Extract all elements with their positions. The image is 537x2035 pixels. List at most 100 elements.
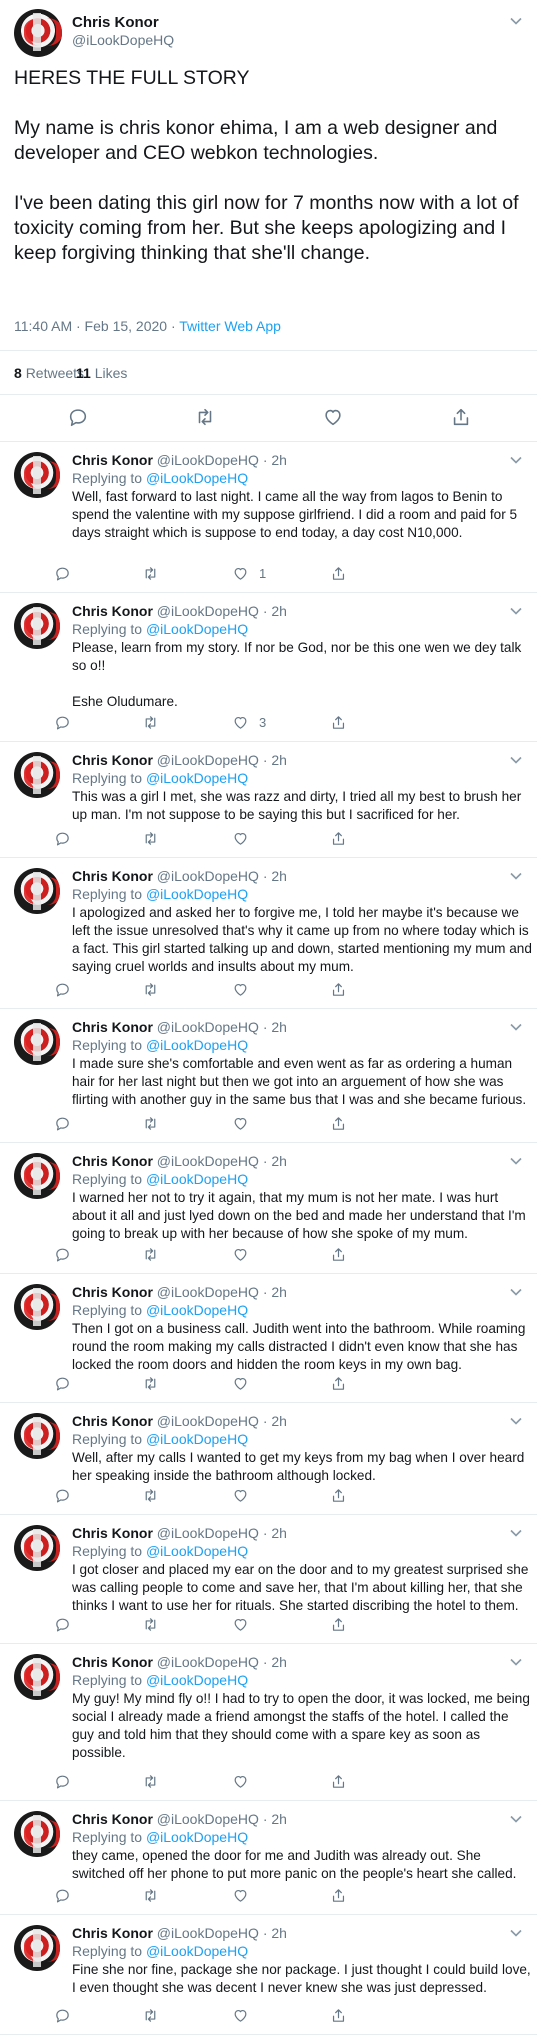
reply-icon[interactable]: [54, 1772, 71, 1790]
replying-to-link[interactable]: @iLookDopeHQ: [146, 470, 248, 486]
like-button[interactable]: [232, 2006, 259, 2024]
reply-icon[interactable]: [54, 1886, 71, 1904]
author-name[interactable]: Chris Konor: [72, 452, 153, 468]
retweet-icon[interactable]: [142, 980, 159, 998]
like-button[interactable]: [232, 1486, 259, 1504]
reply-tweet[interactable]: Chris Konor @iLookDopeHQ · 2h Replying t…: [0, 1644, 537, 1801]
avatar[interactable]: [14, 1654, 60, 1700]
timestamp-text[interactable]: 11:40 AM · Feb 15, 2020 ·: [14, 318, 179, 334]
reply-icon[interactable]: [54, 1245, 71, 1263]
avatar[interactable]: [14, 868, 60, 914]
chevron-down-icon[interactable]: [510, 754, 522, 766]
avatar[interactable]: [14, 752, 60, 798]
retweet-icon[interactable]: [142, 2006, 159, 2024]
replying-to-link[interactable]: @iLookDopeHQ: [146, 1302, 248, 1318]
author-handle[interactable]: @iLookDopeHQ: [72, 32, 174, 48]
retweet-icon[interactable]: [142, 1114, 159, 1132]
like-button[interactable]: [232, 1374, 259, 1392]
reply-icon[interactable]: [54, 1374, 71, 1392]
chevron-down-icon[interactable]: [510, 870, 522, 882]
reply-icon[interactable]: [54, 713, 71, 731]
reply-tweet[interactable]: Chris Konor @iLookDopeHQ · 2h Replying t…: [0, 1143, 537, 1274]
reply-tweet[interactable]: Chris Konor @iLookDopeHQ · 2h Replying t…: [0, 1274, 537, 1403]
author-meta[interactable]: @iLookDopeHQ · 2h: [157, 868, 287, 884]
chevron-down-icon[interactable]: [510, 454, 522, 466]
reply-tweet[interactable]: Chris Konor @iLookDopeHQ · 2h Replying t…: [0, 593, 537, 742]
reply-icon[interactable]: [67, 406, 89, 428]
chevron-down-icon[interactable]: [510, 1813, 522, 1825]
author-name[interactable]: Chris Konor: [72, 1413, 153, 1429]
reply-tweet[interactable]: Chris Konor @iLookDopeHQ · 2h Replying t…: [0, 1403, 537, 1515]
author-meta[interactable]: @iLookDopeHQ · 2h: [157, 1654, 287, 1670]
author-name[interactable]: Chris Konor: [72, 752, 153, 768]
reply-tweet[interactable]: Chris Konor @iLookDopeHQ · 2h Replying t…: [0, 442, 537, 593]
source-app-link[interactable]: Twitter Web App: [179, 318, 281, 334]
avatar[interactable]: [14, 9, 62, 57]
author-name[interactable]: Chris Konor: [72, 1284, 153, 1300]
share-icon[interactable]: [450, 406, 472, 428]
author-meta[interactable]: @iLookDopeHQ · 2h: [157, 603, 287, 619]
retweet-icon[interactable]: [142, 1374, 159, 1392]
author-meta[interactable]: @iLookDopeHQ · 2h: [157, 752, 287, 768]
author-name[interactable]: Chris Konor: [72, 868, 153, 884]
retweet-icon[interactable]: [142, 564, 159, 582]
author-meta[interactable]: @iLookDopeHQ · 2h: [157, 1525, 287, 1541]
chevron-down-icon[interactable]: [510, 1656, 522, 1668]
share-icon[interactable]: [330, 564, 347, 582]
share-icon[interactable]: [330, 1486, 347, 1504]
author-name[interactable]: Chris Konor: [72, 1811, 153, 1827]
author-meta[interactable]: @iLookDopeHQ · 2h: [157, 1153, 287, 1169]
share-icon[interactable]: [330, 1772, 347, 1790]
share-icon[interactable]: [330, 713, 347, 731]
retweet-icon[interactable]: [142, 1886, 159, 1904]
like-button[interactable]: [232, 1772, 259, 1790]
author-meta[interactable]: @iLookDopeHQ · 2h: [157, 452, 287, 468]
reply-tweet[interactable]: Chris Konor @iLookDopeHQ · 2h Replying t…: [0, 858, 537, 1009]
like-button[interactable]: 3: [232, 713, 266, 731]
reply-icon[interactable]: [54, 980, 71, 998]
replying-to-link[interactable]: @iLookDopeHQ: [146, 1672, 248, 1688]
reply-tweet[interactable]: Chris Konor @iLookDopeHQ · 2h Replying t…: [0, 1801, 537, 1915]
avatar[interactable]: [14, 1925, 60, 1971]
replying-to-link[interactable]: @iLookDopeHQ: [146, 770, 248, 786]
share-icon[interactable]: [330, 980, 347, 998]
author-name[interactable]: Chris Konor: [72, 1925, 153, 1941]
chevron-down-icon[interactable]: [510, 1021, 522, 1033]
reply-tweet[interactable]: Chris Konor @iLookDopeHQ · 2h Replying t…: [0, 742, 537, 858]
like-button[interactable]: [232, 1245, 259, 1263]
reply-tweet[interactable]: Chris Konor @iLookDopeHQ · 2h Replying t…: [0, 1515, 537, 1644]
author-name[interactable]: Chris Konor: [72, 603, 153, 619]
like-button[interactable]: 1: [232, 564, 266, 582]
author-meta[interactable]: @iLookDopeHQ · 2h: [157, 1811, 287, 1827]
chevron-down-icon[interactable]: [510, 1286, 522, 1298]
replying-to-link[interactable]: @iLookDopeHQ: [146, 1431, 248, 1447]
author-meta[interactable]: @iLookDopeHQ · 2h: [157, 1925, 287, 1941]
avatar[interactable]: [14, 1153, 60, 1199]
like-button[interactable]: [232, 1886, 259, 1904]
replying-to-link[interactable]: @iLookDopeHQ: [146, 1543, 248, 1559]
replying-to-link[interactable]: @iLookDopeHQ: [146, 1171, 248, 1187]
author-name[interactable]: Chris Konor: [72, 14, 159, 31]
share-icon[interactable]: [330, 1374, 347, 1392]
share-icon[interactable]: [330, 1114, 347, 1132]
likes-stat[interactable]: 11 Likes: [76, 365, 127, 381]
author-meta[interactable]: @iLookDopeHQ · 2h: [157, 1284, 287, 1300]
avatar[interactable]: [14, 452, 60, 498]
replying-to-link[interactable]: @iLookDopeHQ: [146, 621, 248, 637]
retweet-icon[interactable]: [142, 1772, 159, 1790]
share-icon[interactable]: [330, 829, 347, 847]
reply-icon[interactable]: [54, 829, 71, 847]
replying-to-link[interactable]: @iLookDopeHQ: [146, 1037, 248, 1053]
retweet-icon[interactable]: [142, 1486, 159, 1504]
like-button[interactable]: [232, 1615, 259, 1633]
retweet-icon[interactable]: [142, 829, 159, 847]
reply-icon[interactable]: [54, 564, 71, 582]
reply-icon[interactable]: [54, 1615, 71, 1633]
avatar[interactable]: [14, 1284, 60, 1330]
reply-tweet[interactable]: Chris Konor @iLookDopeHQ · 2h Replying t…: [0, 1915, 537, 2035]
like-button[interactable]: [232, 980, 259, 998]
author-meta[interactable]: @iLookDopeHQ · 2h: [157, 1019, 287, 1035]
avatar[interactable]: [14, 1019, 60, 1065]
like-button[interactable]: [232, 1114, 259, 1132]
replying-to-link[interactable]: @iLookDopeHQ: [146, 1943, 248, 1959]
